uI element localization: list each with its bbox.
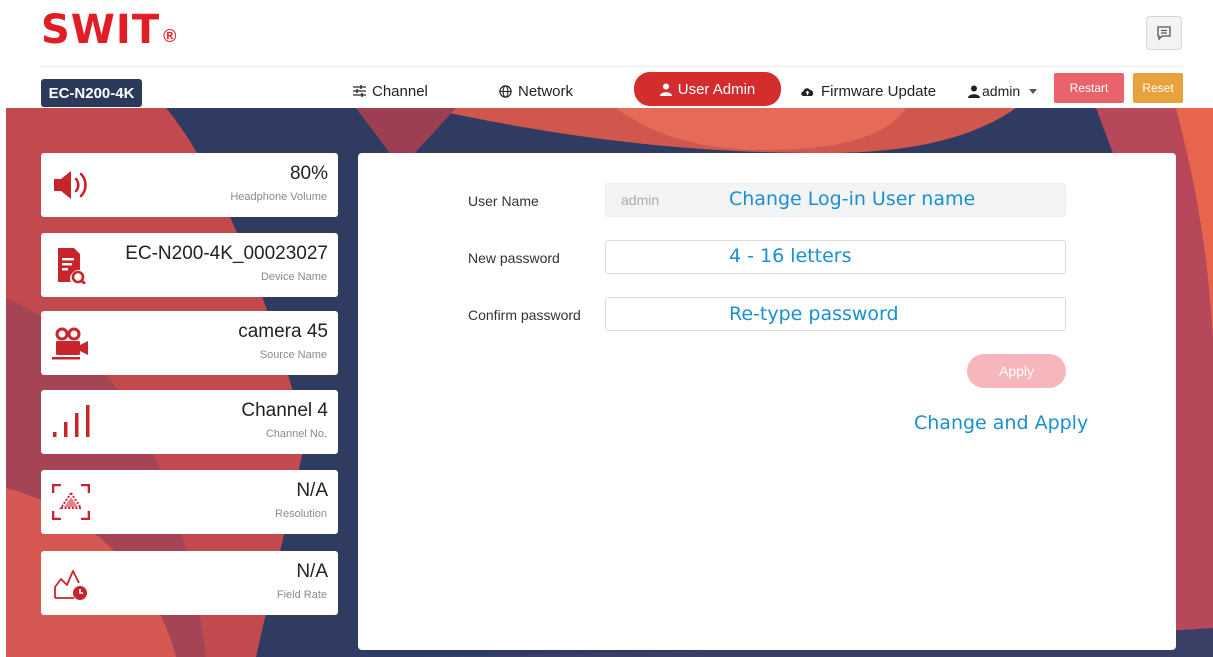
- caret-down-icon: [1029, 88, 1038, 94]
- user-icon: [659, 83, 672, 96]
- device-model-tag: EC-N200-4K: [41, 79, 142, 107]
- card-channel-no: Channel 4 Channel No.: [41, 390, 338, 454]
- brand-name: SWIT: [41, 7, 161, 53]
- reset-button[interactable]: Reset: [1133, 73, 1183, 103]
- tab-user-admin[interactable]: User Admin: [634, 72, 781, 106]
- field-rate-icon: [54, 570, 87, 600]
- resolution-icon: [52, 484, 90, 520]
- field-rate-label: Field Rate: [276, 589, 327, 601]
- video-camera-icon: [52, 327, 88, 360]
- field-rate-value: N/A: [296, 561, 328, 582]
- tab-channel[interactable]: Channel: [353, 76, 428, 106]
- device-search-icon: [58, 248, 86, 284]
- tab-user-admin-label: User Admin: [677, 80, 756, 98]
- resolution-value: N/A: [296, 480, 328, 501]
- top-navbar: EC-N200-4K Channel Network User Admin Fi…: [41, 66, 1183, 108]
- channel-no-value: Channel 4: [241, 400, 328, 421]
- user-admin-panel: User Name admin Change Log-in User name …: [358, 153, 1176, 650]
- user-menu-name: admin: [982, 83, 1021, 99]
- device-name-value: EC-N200-4K_00023027: [125, 243, 328, 264]
- card-source-name: camera 45 Source Name: [41, 311, 338, 375]
- user-menu[interactable]: admin: [968, 76, 1038, 106]
- channel-no-label: Channel No.: [265, 428, 327, 440]
- apply-button[interactable]: Apply: [967, 354, 1066, 388]
- card-resolution: N/A Resolution: [41, 470, 338, 534]
- tab-firmware-update[interactable]: Firmware Update: [800, 76, 936, 106]
- tab-network-label: Network: [518, 82, 574, 100]
- sliders-icon: [353, 85, 366, 97]
- username-label: User Name: [468, 193, 539, 209]
- device-name-label: Device Name: [260, 271, 327, 283]
- globe-icon: [499, 84, 512, 98]
- tab-network[interactable]: Network: [499, 76, 573, 106]
- message-button[interactable]: [1146, 16, 1182, 50]
- confirm-password-label: Confirm password: [468, 307, 581, 323]
- confirm-password-hint: Re-type password: [729, 303, 899, 325]
- resolution-label: Resolution: [275, 508, 327, 520]
- username-value: admin: [621, 192, 660, 208]
- speaker-icon: [54, 171, 87, 199]
- headphone-volume-label: Headphone Volume: [230, 191, 327, 203]
- user-icon: [968, 85, 980, 98]
- brand-logo: SWIT ®: [41, 8, 176, 52]
- new-password-hint: 4 - 16 letters: [729, 245, 852, 267]
- tab-firmware-update-label: Firmware Update: [821, 82, 937, 100]
- apply-hint: Change and Apply: [914, 412, 1089, 434]
- source-name-value: camera 45: [238, 321, 328, 342]
- signal-bars-icon: [53, 405, 90, 437]
- card-field-rate: N/A Field Rate: [41, 551, 338, 615]
- username-hint: Change Log-in User name: [729, 188, 976, 210]
- source-name-label: Source Name: [259, 349, 327, 361]
- brand-registered-mark: ®: [163, 26, 177, 46]
- new-password-label: New password: [468, 250, 560, 266]
- headphone-volume-value: 80%: [289, 163, 328, 184]
- card-headphone-volume: 80% Headphone Volume: [41, 153, 338, 217]
- restart-button[interactable]: Restart: [1054, 73, 1124, 103]
- card-device-name: EC-N200-4K_00023027 Device Name: [41, 233, 338, 297]
- message-icon: [1157, 26, 1171, 41]
- tab-channel-label: Channel: [372, 82, 428, 100]
- app-page: SWIT ® EC-N200-4K Channel Network User A…: [0, 0, 1213, 657]
- cloud-upload-icon: [801, 88, 814, 96]
